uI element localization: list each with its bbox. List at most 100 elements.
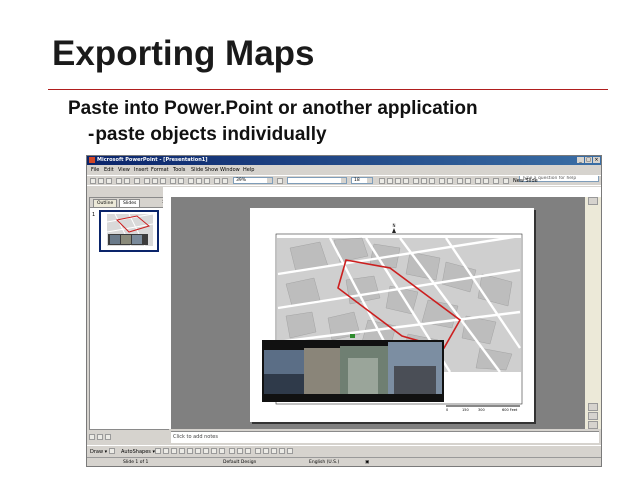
menu-edit[interactable]: Edit — [104, 167, 114, 173]
italic-icon[interactable] — [387, 178, 393, 184]
menu-file[interactable]: File — [91, 167, 99, 173]
arrow-style-icon[interactable] — [271, 448, 277, 454]
slide-sorter-icon[interactable] — [97, 434, 103, 440]
diagram-icon[interactable] — [203, 448, 209, 454]
print-icon[interactable] — [116, 178, 122, 184]
draw-menu-button[interactable]: Draw ▾ — [90, 449, 107, 455]
cut-icon[interactable] — [144, 178, 150, 184]
slide-title: Exporting Maps — [52, 34, 315, 73]
shadow-style-icon[interactable] — [279, 448, 285, 454]
view-buttons — [87, 433, 169, 443]
panel-tabs: Outline Slides × — [90, 198, 168, 208]
redo-icon[interactable] — [178, 178, 184, 184]
menu-bar: File Edit View Insert Format Tools Slide… — [87, 165, 601, 182]
font-color-draw-icon[interactable] — [245, 448, 251, 454]
underline-icon[interactable] — [395, 178, 401, 184]
grayscale-icon[interactable] — [222, 178, 228, 184]
scroll-down-icon[interactable] — [588, 421, 598, 429]
minimize-button[interactable]: _ — [577, 157, 584, 163]
bold-icon[interactable] — [379, 178, 385, 184]
window-title: Microsoft PowerPoint - [Presentation1] — [97, 157, 208, 163]
open-icon[interactable] — [98, 178, 104, 184]
oval-icon[interactable] — [179, 448, 185, 454]
slide-canvas[interactable]: N 0 150 300 600 Feet — [250, 208, 534, 422]
notes-placeholder: Click to add notes — [173, 434, 218, 440]
table-icon[interactable] — [196, 178, 202, 184]
menu-tools[interactable]: Tools — [173, 167, 185, 173]
help-icon[interactable] — [277, 178, 283, 184]
line-style-icon[interactable] — [255, 448, 261, 454]
increase-indent-icon[interactable] — [483, 178, 489, 184]
fill-color-icon[interactable] — [229, 448, 235, 454]
align-left-icon[interactable] — [413, 178, 419, 184]
font-size-select[interactable]: 18 — [351, 177, 373, 184]
copy-icon[interactable] — [152, 178, 158, 184]
slides-panel: Outline Slides × 1 — [89, 197, 169, 430]
normal-view-icon[interactable] — [89, 434, 95, 440]
align-center-icon[interactable] — [421, 178, 427, 184]
line-icon[interactable] — [155, 448, 161, 454]
increase-font-icon[interactable] — [457, 178, 463, 184]
tab-slides[interactable]: Slides — [119, 199, 141, 207]
scale-label-150: 150 — [462, 408, 469, 412]
slide-show-icon[interactable] — [105, 434, 111, 440]
spelling-status-icon[interactable]: ▣ — [365, 460, 369, 465]
textbox-icon[interactable] — [187, 448, 193, 454]
font-color-icon[interactable] — [493, 178, 499, 184]
arrow-icon[interactable] — [163, 448, 169, 454]
undo-icon[interactable] — [170, 178, 176, 184]
new-slide-button[interactable]: New Slide — [513, 178, 538, 184]
status-bar: Slide 1 of 1 Default Design English (U.S… — [87, 457, 601, 466]
dash-style-icon[interactable] — [263, 448, 269, 454]
new-icon[interactable] — [90, 178, 96, 184]
numbering-icon[interactable] — [439, 178, 445, 184]
wordart-icon[interactable] — [195, 448, 201, 454]
menu-view[interactable]: View — [118, 167, 130, 173]
bullets-icon[interactable] — [447, 178, 453, 184]
maximize-button[interactable]: □ — [585, 157, 592, 163]
paste-icon[interactable] — [160, 178, 166, 184]
menu-insert[interactable]: Insert — [134, 167, 148, 173]
decrease-font-icon[interactable] — [465, 178, 471, 184]
scroll-up-icon[interactable] — [588, 197, 598, 205]
scale-label-0: 0 — [446, 408, 448, 412]
save-icon[interactable] — [106, 178, 112, 184]
decrease-indent-icon[interactable] — [475, 178, 481, 184]
zoom-select[interactable]: 39% — [233, 177, 273, 184]
chart-icon[interactable] — [188, 178, 194, 184]
slide-thumbnail[interactable] — [99, 210, 159, 252]
clipart-icon[interactable] — [211, 448, 217, 454]
rectangle-icon[interactable] — [171, 448, 177, 454]
menu-window[interactable]: Window — [220, 167, 240, 173]
tables-borders-icon[interactable] — [204, 178, 210, 184]
vertical-scrollbar[interactable] — [585, 197, 601, 429]
next-slide-icon[interactable] — [588, 412, 598, 420]
title-rule — [48, 89, 608, 90]
sub-bullet: -paste objects individually — [88, 124, 327, 146]
3d-style-icon[interactable] — [287, 448, 293, 454]
autoshapes-button[interactable]: AutoShapes ▾ — [121, 449, 155, 455]
close-button[interactable]: × — [593, 157, 600, 163]
line-color-icon[interactable] — [237, 448, 243, 454]
spelling-icon[interactable] — [134, 178, 140, 184]
street-photo-2 — [304, 348, 340, 394]
pasted-map-objects: N 0 150 300 600 Feet — [262, 223, 523, 412]
insert-picture-icon[interactable] — [219, 448, 225, 454]
design-icon[interactable] — [503, 178, 509, 184]
sub-bullet-dash: - — [88, 124, 95, 145]
select-pointer-icon[interactable] — [109, 448, 115, 454]
menu-slide-show[interactable]: Slide Show — [191, 167, 218, 173]
menu-help[interactable]: Help — [243, 167, 254, 173]
preview-icon[interactable] — [124, 178, 130, 184]
shadow-icon[interactable] — [403, 178, 409, 184]
menu-format[interactable]: Format — [151, 167, 169, 173]
align-right-icon[interactable] — [429, 178, 435, 184]
previous-slide-icon[interactable] — [588, 403, 598, 411]
font-name-select[interactable] — [287, 177, 347, 184]
powerpoint-icon — [89, 157, 95, 163]
tab-outline[interactable]: Outline — [93, 199, 118, 207]
notes-pane[interactable]: Click to add notes — [171, 431, 599, 443]
status-slide: Slide 1 of 1 — [123, 460, 149, 465]
park-marker — [350, 334, 355, 338]
picture-icon[interactable] — [214, 178, 220, 184]
